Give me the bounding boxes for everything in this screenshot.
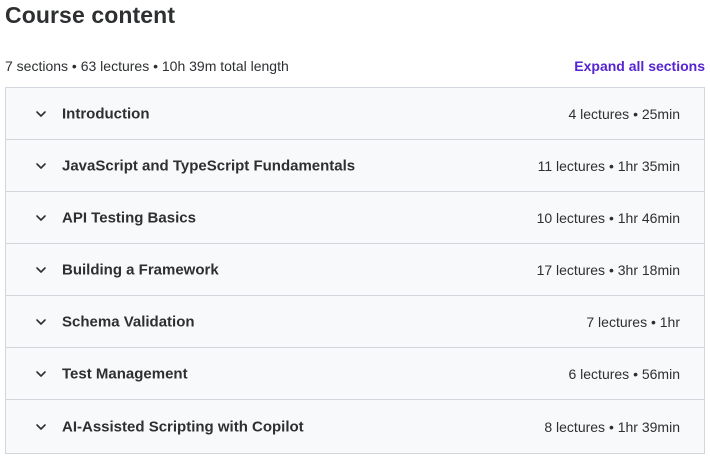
chevron-down-icon — [34, 107, 48, 121]
section-title: JavaScript and TypeScript Fundamentals — [62, 157, 356, 174]
expand-all-sections-button[interactable]: Expand all sections — [574, 58, 705, 74]
section-introduction[interactable]: Introduction 4 lectures • 25min — [6, 88, 704, 140]
page-title: Course content — [5, 2, 176, 28]
section-building-a-framework[interactable]: Building a Framework 17 lectures • 3hr 1… — [6, 244, 704, 296]
chevron-down-icon — [34, 315, 48, 329]
section-meta: 10 lectures • 1hr 46min — [536, 209, 680, 226]
section-javascript-typescript-fundamentals[interactable]: JavaScript and TypeScript Fundamentals 1… — [6, 140, 704, 192]
section-meta: 6 lectures • 56min — [568, 365, 680, 382]
section-meta: 4 lectures • 25min — [568, 105, 680, 122]
section-meta: 11 lectures • 1hr 35min — [537, 157, 680, 174]
section-api-testing-basics[interactable]: API Testing Basics 10 lectures • 1hr 46m… — [6, 192, 704, 244]
section-title: Building a Framework — [62, 261, 219, 278]
section-title: API Testing Basics — [62, 209, 196, 226]
chevron-down-icon — [34, 367, 48, 381]
section-title: AI-Assisted Scripting with Copilot — [62, 418, 304, 435]
course-summary-row: 7 sections • 63 lectures • 10h 39m total… — [5, 58, 705, 78]
section-test-management[interactable]: Test Management 6 lectures • 56min — [6, 348, 704, 400]
section-ai-assisted-scripting[interactable]: AI-Assisted Scripting with Copilot 8 lec… — [6, 400, 704, 453]
section-title: Test Management — [62, 365, 188, 382]
chevron-down-icon — [34, 211, 48, 225]
chevron-down-icon — [34, 159, 48, 173]
section-title: Schema Validation — [62, 313, 195, 330]
section-meta: 17 lectures • 3hr 18min — [536, 261, 680, 278]
section-schema-validation[interactable]: Schema Validation 7 lectures • 1hr — [6, 296, 704, 348]
course-summary: 7 sections • 63 lectures • 10h 39m total… — [5, 58, 289, 74]
section-title: Introduction — [62, 105, 150, 122]
section-meta: 8 lectures • 1hr 39min — [544, 418, 680, 435]
chevron-down-icon — [34, 263, 48, 277]
sections-list: Introduction 4 lectures • 25min JavaScri… — [5, 87, 705, 454]
section-meta: 7 lectures • 1hr — [586, 313, 680, 330]
chevron-down-icon — [34, 420, 48, 434]
